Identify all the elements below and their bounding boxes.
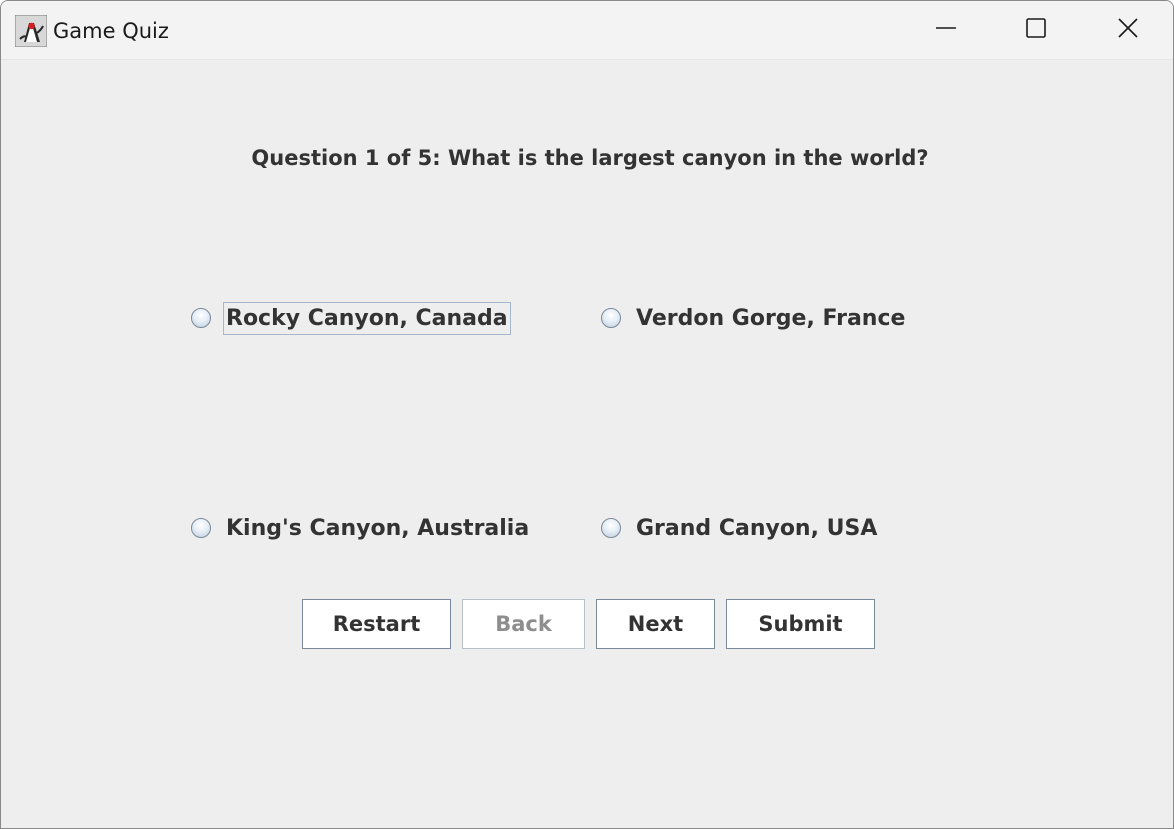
close-icon xyxy=(1117,17,1139,44)
window-title: Game Quiz xyxy=(53,19,169,43)
quiz-panel: Question 1 of 5: What is the largest can… xyxy=(1,60,1173,828)
close-button[interactable] xyxy=(1083,1,1173,59)
java-duke-icon xyxy=(14,14,48,48)
next-button[interactable]: Next xyxy=(596,599,715,649)
app-window: Game Quiz Question 1 of 5: What is the l… xyxy=(0,0,1174,829)
minimize-icon xyxy=(935,17,957,44)
option-label: Grand Canyon, USA xyxy=(636,515,878,541)
option-verdon-gorge[interactable]: Verdon Gorge, France xyxy=(601,300,908,336)
radio-button[interactable] xyxy=(601,308,621,328)
radio-button[interactable] xyxy=(191,518,211,538)
option-kings-canyon[interactable]: King's Canyon, Australia xyxy=(191,510,532,546)
restart-button[interactable]: Restart xyxy=(302,599,451,649)
option-label: Verdon Gorge, France xyxy=(636,305,906,331)
option-label: Rocky Canyon, Canada xyxy=(223,301,511,335)
title-bar[interactable]: Game Quiz xyxy=(1,1,1173,60)
maximize-icon xyxy=(1025,17,1047,44)
option-label: King's Canyon, Australia xyxy=(226,515,530,541)
minimize-button[interactable] xyxy=(901,1,991,59)
maximize-button[interactable] xyxy=(991,1,1081,59)
option-rocky-canyon[interactable]: Rocky Canyon, Canada xyxy=(191,300,511,336)
submit-button[interactable]: Submit xyxy=(726,599,875,649)
option-grand-canyon[interactable]: Grand Canyon, USA xyxy=(601,510,880,546)
radio-button[interactable] xyxy=(601,518,621,538)
back-button[interactable]: Back xyxy=(462,599,585,649)
radio-button[interactable] xyxy=(191,308,211,328)
question-text: Question 1 of 5: What is the largest can… xyxy=(251,146,929,170)
